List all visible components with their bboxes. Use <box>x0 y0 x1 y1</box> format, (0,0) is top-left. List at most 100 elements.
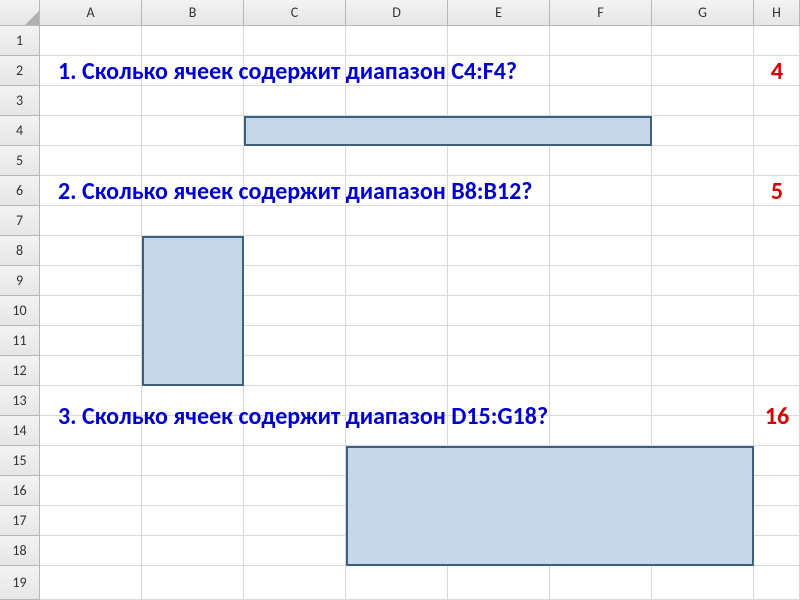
row-header-15[interactable]: 15 <box>0 446 40 476</box>
cell[interactable] <box>754 116 800 146</box>
column-header-g[interactable]: G <box>652 0 754 26</box>
row-header-19[interactable]: 19 <box>0 566 40 600</box>
row-header-6[interactable]: 6 <box>0 176 40 206</box>
row-header-1[interactable]: 1 <box>0 26 40 56</box>
cell[interactable] <box>754 146 800 176</box>
column-header-b[interactable]: B <box>142 0 244 26</box>
cell[interactable] <box>652 326 754 356</box>
cell[interactable] <box>244 86 346 116</box>
cell[interactable] <box>652 26 754 56</box>
row-header-9[interactable]: 9 <box>0 266 40 296</box>
cell[interactable] <box>652 266 754 296</box>
cell[interactable] <box>550 266 652 296</box>
cell[interactable] <box>40 446 142 476</box>
cell[interactable] <box>346 86 448 116</box>
cell[interactable] <box>244 446 346 476</box>
column-header-f[interactable]: F <box>550 0 652 26</box>
cell[interactable] <box>346 326 448 356</box>
cell[interactable] <box>754 566 800 600</box>
cell[interactable] <box>346 26 448 56</box>
row-header-13[interactable]: 13 <box>0 386 40 416</box>
cell[interactable] <box>346 206 448 236</box>
select-all-corner[interactable] <box>0 0 40 26</box>
cell[interactable] <box>40 566 142 600</box>
cell[interactable] <box>550 206 652 236</box>
cell[interactable] <box>448 86 550 116</box>
cell[interactable] <box>142 26 244 56</box>
cell[interactable] <box>142 116 244 146</box>
cell[interactable] <box>550 86 652 116</box>
cell[interactable] <box>448 356 550 386</box>
cell[interactable] <box>142 566 244 600</box>
cell[interactable] <box>754 266 800 296</box>
cell[interactable] <box>754 236 800 266</box>
cell[interactable] <box>754 356 800 386</box>
cell[interactable] <box>754 446 800 476</box>
cell[interactable] <box>40 206 142 236</box>
cell[interactable] <box>346 146 448 176</box>
cell[interactable] <box>244 26 346 56</box>
cell[interactable] <box>652 146 754 176</box>
row-header-17[interactable]: 17 <box>0 506 40 536</box>
column-header-c[interactable]: C <box>244 0 346 26</box>
cell[interactable] <box>550 146 652 176</box>
cell[interactable] <box>448 206 550 236</box>
column-header-e[interactable]: E <box>448 0 550 26</box>
cell[interactable] <box>448 566 550 600</box>
cell[interactable] <box>142 506 244 536</box>
cell[interactable] <box>244 146 346 176</box>
cell[interactable] <box>652 236 754 266</box>
cell[interactable] <box>652 86 754 116</box>
cell[interactable] <box>754 86 800 116</box>
cell[interactable] <box>346 296 448 326</box>
cell[interactable] <box>652 356 754 386</box>
cell[interactable] <box>142 146 244 176</box>
cell[interactable] <box>244 326 346 356</box>
cell[interactable] <box>346 356 448 386</box>
cell[interactable] <box>550 566 652 600</box>
column-header-d[interactable]: D <box>346 0 448 26</box>
cell[interactable] <box>40 236 142 266</box>
row-header-8[interactable]: 8 <box>0 236 40 266</box>
cell[interactable] <box>244 506 346 536</box>
cell[interactable] <box>754 536 800 566</box>
cell[interactable] <box>550 356 652 386</box>
cell[interactable] <box>142 446 244 476</box>
cell[interactable] <box>40 146 142 176</box>
row-header-3[interactable]: 3 <box>0 86 40 116</box>
cell[interactable] <box>244 296 346 326</box>
cell[interactable] <box>550 26 652 56</box>
cell[interactable] <box>346 236 448 266</box>
cell[interactable] <box>346 566 448 600</box>
cell[interactable] <box>142 86 244 116</box>
cell[interactable] <box>754 326 800 356</box>
cell[interactable] <box>40 536 142 566</box>
cell[interactable] <box>448 146 550 176</box>
cell[interactable] <box>448 236 550 266</box>
cell[interactable] <box>754 506 800 536</box>
cell[interactable] <box>652 206 754 236</box>
cell[interactable] <box>550 326 652 356</box>
cell[interactable] <box>40 326 142 356</box>
cell[interactable] <box>244 266 346 296</box>
cell[interactable] <box>754 206 800 236</box>
row-header-10[interactable]: 10 <box>0 296 40 326</box>
row-header-5[interactable]: 5 <box>0 146 40 176</box>
column-header-h[interactable]: H <box>754 0 800 26</box>
cell[interactable] <box>652 296 754 326</box>
cell[interactable] <box>40 116 142 146</box>
cell[interactable] <box>448 266 550 296</box>
cell[interactable] <box>142 206 244 236</box>
row-header-7[interactable]: 7 <box>0 206 40 236</box>
cell[interactable] <box>40 356 142 386</box>
row-header-14[interactable]: 14 <box>0 416 40 446</box>
row-header-12[interactable]: 12 <box>0 356 40 386</box>
cell[interactable] <box>40 266 142 296</box>
cell[interactable] <box>550 236 652 266</box>
row-header-4[interactable]: 4 <box>0 116 40 146</box>
cell[interactable] <box>754 296 800 326</box>
cell[interactable] <box>448 296 550 326</box>
cell[interactable] <box>652 116 754 146</box>
cell[interactable] <box>244 476 346 506</box>
cell[interactable] <box>754 26 800 56</box>
